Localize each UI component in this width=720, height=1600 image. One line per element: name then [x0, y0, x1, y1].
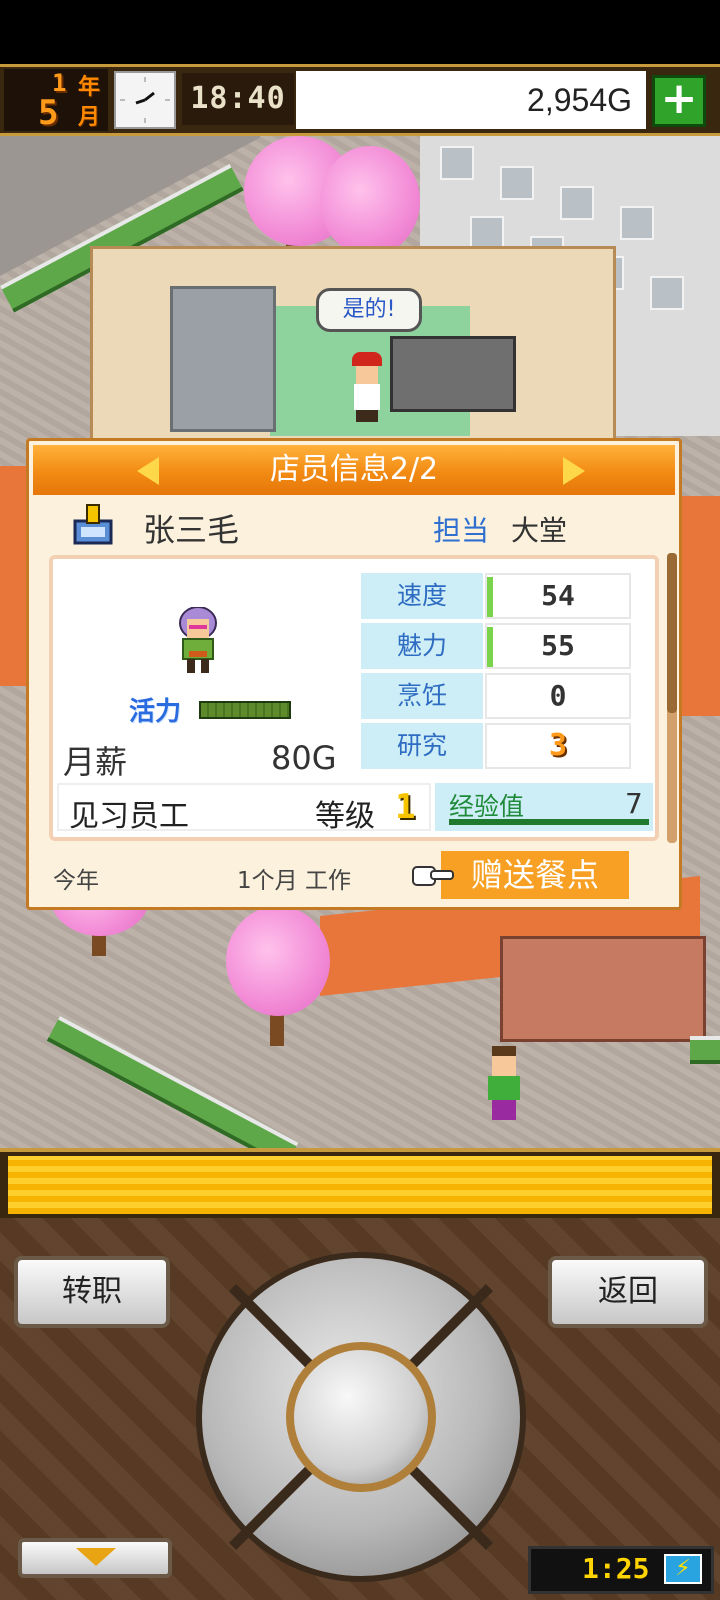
game-time: 18:40 — [182, 73, 294, 125]
top-hud: 1 年 5 月 18:40 2,954G + — [0, 64, 720, 136]
prev-staff-arrow-icon[interactable] — [137, 457, 159, 485]
date-display: 1 年 5 月 — [4, 69, 108, 133]
title-cell: 见习员工 等级 1 — [57, 783, 431, 834]
building-window — [650, 276, 684, 310]
cherry-tree — [320, 146, 420, 256]
roof-edge — [680, 496, 720, 716]
chevron-down-icon — [76, 1548, 116, 1566]
fence — [46, 1016, 299, 1164]
clock-icon — [114, 71, 176, 129]
status-bar — [0, 0, 720, 64]
rank-badge-icon — [71, 503, 115, 547]
month-unit: 月 — [78, 105, 101, 130]
refrigerator — [170, 286, 276, 432]
month-number: 5 — [38, 93, 59, 133]
stat-value-box: 3 — [485, 723, 631, 769]
tenure-text: 1个月 工作 — [237, 868, 351, 894]
stat-row-research: 研究 3 — [361, 723, 631, 769]
stat-name: 速度 — [361, 573, 483, 619]
year-unit: 年 — [78, 75, 101, 100]
stat-row-speed: 速度 54 — [361, 573, 631, 619]
year-label: 今年 — [53, 868, 99, 894]
rank-row: 见习员工 等级 1 经验值 7 — [57, 783, 657, 835]
cherry-tree — [226, 906, 330, 1016]
vitality-fill — [201, 703, 289, 717]
salary-label: 月薪 — [63, 743, 128, 781]
shop-front — [500, 936, 706, 1042]
building-window — [500, 166, 534, 200]
stat-value-box: 0 — [485, 673, 631, 719]
stat-name: 研究 — [361, 723, 483, 769]
building-window — [620, 206, 654, 240]
stat-value: 0 — [549, 679, 567, 712]
stat-value: 54 — [541, 579, 575, 612]
stat-value-box: 55 — [485, 623, 631, 669]
stat-row-cooking: 烹饪 0 — [361, 673, 631, 719]
add-money-button[interactable]: + — [652, 75, 706, 127]
experience-cell: 经验值 7 — [435, 783, 653, 831]
dpad-center-button[interactable] — [286, 1342, 436, 1492]
role-value[interactable]: 大堂 — [511, 509, 567, 549]
stat-name: 烹饪 — [361, 673, 483, 719]
give-meal-button[interactable]: 赠送餐点 — [441, 851, 629, 899]
stat-value-box: 54 — [485, 573, 631, 619]
stove — [390, 336, 516, 412]
scrollbar-thumb[interactable] — [667, 553, 677, 713]
staff-info-panel: 店员信息2/2 张三毛 担当 大堂 活力 月薪 80G 速度 54 魅力 55 … — [26, 438, 682, 910]
next-staff-arrow-icon[interactable] — [563, 457, 585, 485]
staff-title: 见习员工 — [69, 799, 189, 834]
panel-header: 店员信息2/2 — [33, 445, 675, 495]
stat-row-charm: 魅力 55 — [361, 623, 631, 669]
staff-name: 张三毛 — [143, 511, 240, 549]
vitality-label: 活力 — [129, 697, 182, 727]
role-label: 担当 — [433, 514, 490, 547]
building-window — [560, 186, 594, 220]
message-area — [8, 1156, 712, 1214]
experience-label: 经验值 — [449, 792, 525, 821]
pointing-hand-icon — [411, 861, 455, 891]
stat-name: 魅力 — [361, 623, 483, 669]
job-change-button[interactable]: 转职 — [14, 1256, 170, 1328]
level-label: 等级 — [315, 799, 375, 834]
chef-character — [350, 352, 384, 422]
panel-title: 店员信息2/2 — [269, 452, 439, 487]
plus-icon: + — [660, 73, 698, 124]
building-window — [440, 146, 474, 180]
customer-character — [486, 1046, 522, 1126]
battery-icon: ⚡ — [664, 1554, 702, 1584]
staff-avatar — [175, 606, 221, 677]
money-display: 2,954G — [296, 71, 646, 129]
stat-value: 3 — [548, 728, 568, 763]
salary-value: 80G — [271, 739, 337, 777]
fence — [690, 1036, 720, 1064]
battery-time: 1:25 — [582, 1552, 650, 1585]
back-button[interactable]: 返回 — [548, 1256, 708, 1328]
experience-bar — [449, 819, 649, 825]
speech-bubble: 是的! — [316, 288, 422, 332]
level-value: 1 — [395, 787, 416, 827]
stat-value: 55 — [541, 629, 575, 662]
experience-value: 7 — [625, 787, 643, 820]
building-window — [470, 216, 504, 250]
